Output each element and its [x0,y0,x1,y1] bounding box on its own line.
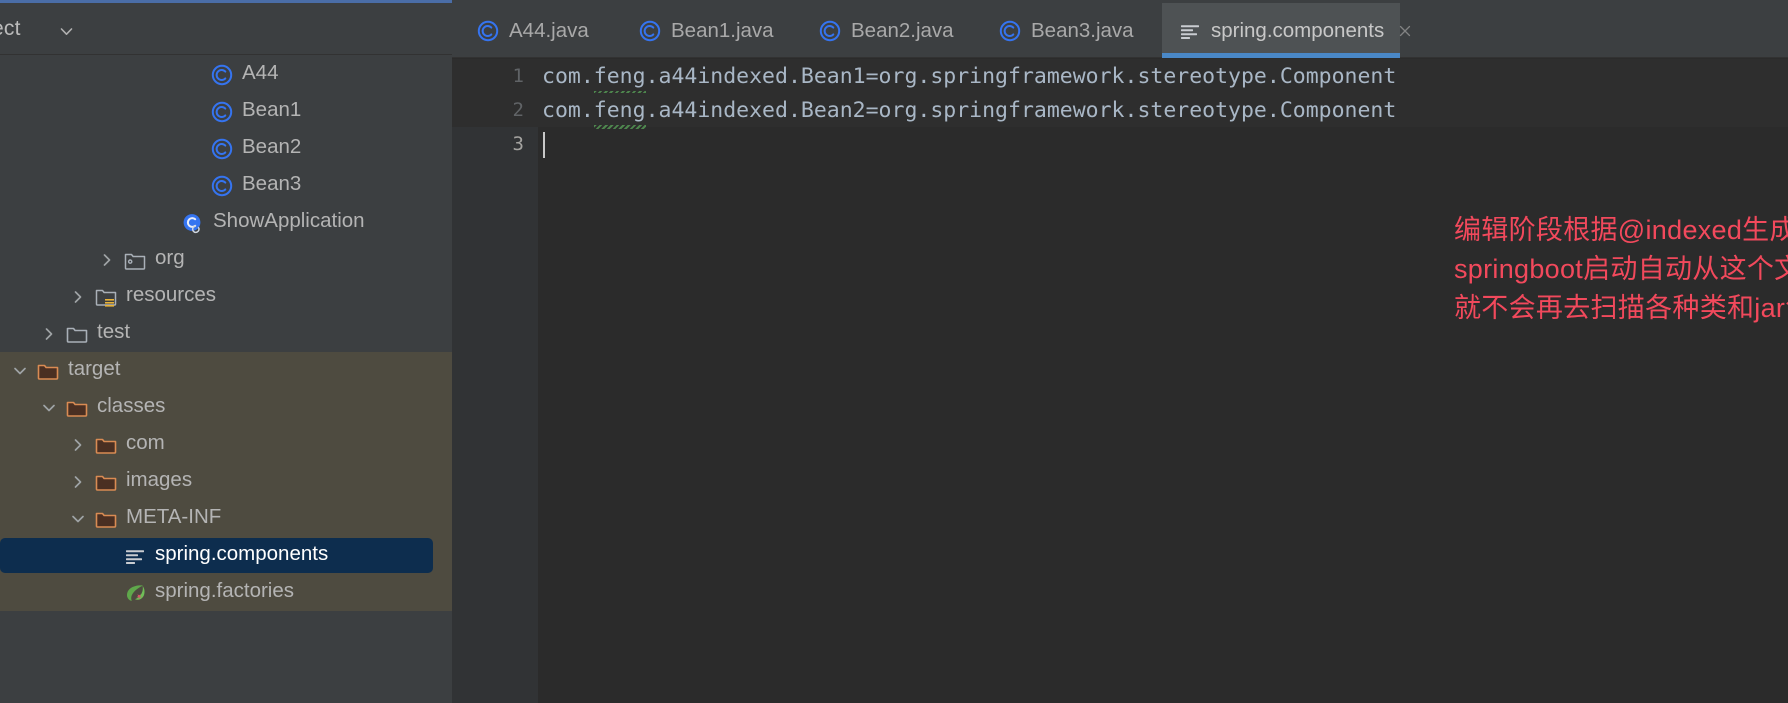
code-line-text: com. feng .a44indexed.Bean1=org.springfram… [542,63,1397,95]
tree-node-label: spring.components [155,542,329,566]
editor-tab-spring-components[interactable]: spring.components [1162,3,1411,58]
editor-tab-bean3-java[interactable]: Bean3.java [982,3,1150,58]
project-tree[interactable]: A44 Bean1 Bean2 Bean3 ShowApplication org reso… [0,56,452,703]
tree-node-spring-components[interactable]: spring.components [0,537,452,574]
tree-node-label: ShowApplication [213,209,365,233]
chevron-right-icon[interactable] [39,324,59,344]
java-class-icon [210,100,234,124]
folder-icon [65,322,89,346]
spellcheck-squiggle: feng [593,63,646,95]
editor-tab-bar[interactable]: A44.java Bean1.java Bean2.java Bean3.java sp… [452,3,1788,58]
tree-node-meta-inf[interactable]: META-INF [0,500,452,537]
java-class-icon [476,19,500,43]
tree-node-classes[interactable]: classes [0,389,452,426]
java-class-icon [998,19,1022,43]
excluded-folder-icon [65,396,89,420]
excluded-folder-icon [94,470,118,494]
properties-file-icon [123,544,147,568]
chevron-down-icon[interactable] [39,398,59,418]
annotation-line-3: 就不会再去扫描各种类和jar包 [1454,293,1788,323]
tree-node-test[interactable]: test [0,315,452,352]
editor-area: A44.java Bean1.java Bean2.java Bean3.java sp… [452,3,1788,703]
spring-boot-class-icon [181,211,205,235]
spellcheck-squiggle: feng [593,97,646,129]
code-line[interactable]: 2 com. feng .a44indexed.Bean2=org.springfra… [452,93,1788,129]
excluded-folder-icon [94,507,118,531]
annotation-line-1: 编辑阶段根据@indexed生成类定义， [1454,215,1788,245]
active-tab-underline [1162,53,1400,58]
red-annotation-overlay: 编辑阶段根据@indexed生成类定义， springboot启动自动从这个文件… [1454,211,1788,328]
chevron-down-icon[interactable] [10,361,30,381]
tree-node-bean1[interactable]: Bean1 [0,93,452,130]
project-tool-window: ect A44 Bean1 Bean2 Bean3 ShowApplication org… [0,3,452,703]
chevron-down-icon[interactable] [68,509,88,529]
java-class-icon [638,19,662,43]
chevron-right-icon[interactable] [97,250,117,270]
code-line[interactable]: 1 com. feng .a44indexed.Bean1=org.springfra… [452,59,1788,95]
tree-node-label: classes [97,394,166,418]
tree-node-org[interactable]: org [0,241,452,278]
editor-tab-label: Bean1.java [671,18,774,42]
line-number: 3 [512,133,524,155]
resources-folder-icon [94,285,118,309]
java-class-icon [210,137,234,161]
code-editor[interactable]: 1 com. feng .a44indexed.Bean1=org.springfra… [452,59,1788,703]
chevron-right-icon[interactable] [68,472,88,492]
tree-node-label: spring.factories [155,579,295,603]
properties-file-icon [1178,19,1202,43]
editor-tab-label: spring.components [1211,18,1385,42]
code-line-text: com. feng .a44indexed.Bean2=org.springfram… [542,97,1397,129]
editor-tab-bean2-java[interactable]: Bean2.java [802,3,970,58]
editor-tab-label: Bean2.java [851,18,954,42]
ide-window: ect A44 Bean1 Bean2 Bean3 ShowApplication org… [0,0,1788,703]
tree-node-target[interactable]: target [0,352,452,389]
editor-tab-label: Bean3.java [1031,18,1134,42]
tree-node-label: Bean1 [242,98,302,122]
editor-tab-a44-java[interactable]: A44.java [460,3,610,58]
code-lines[interactable]: 1 com. feng .a44indexed.Bean1=org.springfra… [452,59,1788,161]
tree-node-bean3[interactable]: Bean3 [0,167,452,204]
java-class-icon [210,63,234,87]
tree-node-a44[interactable]: A44 [0,56,452,93]
close-icon[interactable] [1396,22,1414,40]
tree-node-label: META-INF [126,505,222,529]
tree-node-bean2[interactable]: Bean2 [0,130,452,167]
java-class-icon [210,174,234,198]
tree-node-spring-factories[interactable]: spring.factories [0,574,452,611]
package-folder-icon [123,248,147,272]
project-panel-title: ect [0,17,21,40]
line-number: 1 [512,65,524,87]
tree-node-label: Bean2 [242,135,302,159]
project-panel-header: ect [0,3,452,55]
spring-leaf-icon [123,581,147,605]
annotation-line-2: springboot启动自动从这个文件读取， [1454,254,1788,284]
tree-node-showapplication[interactable]: ShowApplication [0,204,452,241]
tree-node-label: Bean3 [242,172,302,196]
text-caret [543,132,545,158]
code-line[interactable]: 3 [452,127,1788,161]
tree-node-label: A44 [242,61,279,85]
tree-node-label: target [68,357,121,381]
excluded-folder-icon [94,433,118,457]
chevron-down-icon[interactable] [58,23,75,40]
chevron-right-icon[interactable] [68,287,88,307]
tree-node-com[interactable]: com [0,426,452,463]
tree-node-label: com [126,431,165,455]
tree-node-resources[interactable]: resources [0,278,452,315]
chevron-right-icon[interactable] [68,435,88,455]
java-class-icon [818,19,842,43]
editor-tab-bean1-java[interactable]: Bean1.java [622,3,790,58]
line-number: 2 [512,99,524,121]
excluded-folder-icon [36,359,60,383]
tree-node-images[interactable]: images [0,463,452,500]
editor-tab-label: A44.java [509,18,589,42]
tree-node-label: resources [126,283,217,307]
tree-node-label: org [155,246,185,270]
tree-node-label: test [97,320,131,344]
tree-node-label: images [126,468,193,492]
